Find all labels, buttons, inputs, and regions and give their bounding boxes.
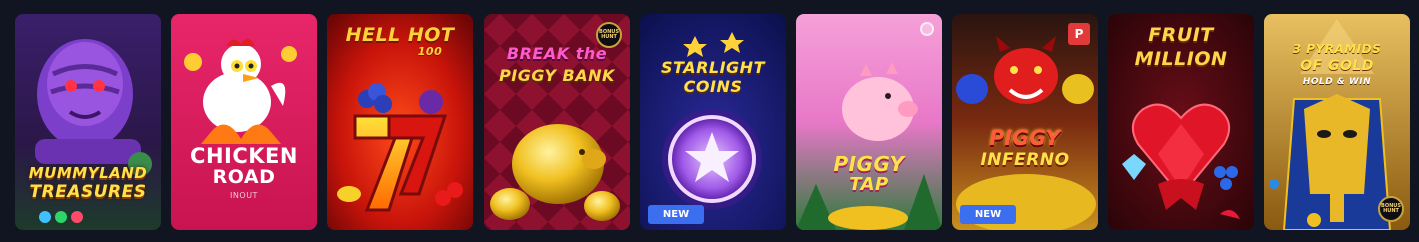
new-badge: NEW — [960, 205, 1016, 224]
star-coin-artwork — [640, 14, 786, 230]
game-title-line1: MUMMYLAND — [28, 164, 148, 182]
game-title-line2: COINS — [683, 77, 743, 96]
game-tile-piggy-inferno[interactable]: PIGGY INFERNO P NEW — [952, 14, 1098, 230]
game-tile-starlight-coins[interactable]: STARLIGHT COINS NEW — [640, 14, 786, 230]
game-title-line1: HELL HOT — [345, 24, 455, 46]
game-tile-chicken-road[interactable]: CHICKEN ROAD INOUT — [171, 14, 317, 230]
bonus-hunt-badge: BONUS HUNT — [596, 22, 622, 48]
game-title-line2: INFERNO — [980, 150, 1070, 170]
game-title-line2: 100 — [417, 45, 443, 58]
game-title-line1: PIGGY — [989, 126, 1061, 150]
game-title-line3: HOLD & WIN — [1302, 77, 1372, 87]
devil-piggy-artwork — [952, 14, 1098, 230]
bonus-hunt-badge: BONUS HUNT — [1378, 196, 1404, 222]
game-tile-mummyland-treasures[interactable]: MUMMYLAND TREASURES — [15, 14, 161, 230]
game-title-line1: 3 PYRAMIDS — [1292, 42, 1382, 56]
game-title-line1: FRUIT — [1148, 24, 1214, 46]
provider-label: INOUT — [230, 191, 258, 200]
indicator-dot-icon — [920, 22, 934, 36]
game-title-line2: TAP — [849, 174, 889, 195]
game-tile-fruit-million[interactable]: FRUIT MILLION — [1108, 14, 1254, 230]
game-title-line1: PIGGY — [833, 152, 905, 176]
new-badge: NEW — [648, 205, 704, 224]
game-title-line2: PIGGY BANK — [499, 66, 615, 85]
provider-badge: P — [1068, 23, 1090, 45]
game-tile-piggy-tap[interactable]: PIGGY TAP — [796, 14, 942, 230]
game-title-line2: MILLION — [1134, 48, 1228, 70]
game-title-line1: STARLIGHT — [661, 58, 765, 77]
game-tile-3-pyramids-of-gold[interactable]: 3 PYRAMIDS OF GOLD HOLD & WIN BONUS HUNT — [1264, 14, 1410, 230]
game-title-line2: OF GOLD — [1300, 58, 1374, 74]
game-tile-break-the-piggy-bank[interactable]: BREAK the PIGGY BANK BONUS HUNT — [484, 14, 630, 230]
game-carousel: MUMMYLAND TREASURES CHICKEN ROAD INOUT H… — [0, 0, 1419, 242]
game-title-line2: ROAD — [212, 166, 276, 188]
game-tile-hell-hot-100[interactable]: HELL HOT 100 — [327, 14, 473, 230]
game-title-line1: CHICKEN — [190, 144, 298, 168]
ruby-heart-artwork — [1108, 14, 1254, 230]
game-title-line2: TREASURES — [29, 182, 147, 202]
pink-piggy-artwork — [796, 14, 942, 230]
